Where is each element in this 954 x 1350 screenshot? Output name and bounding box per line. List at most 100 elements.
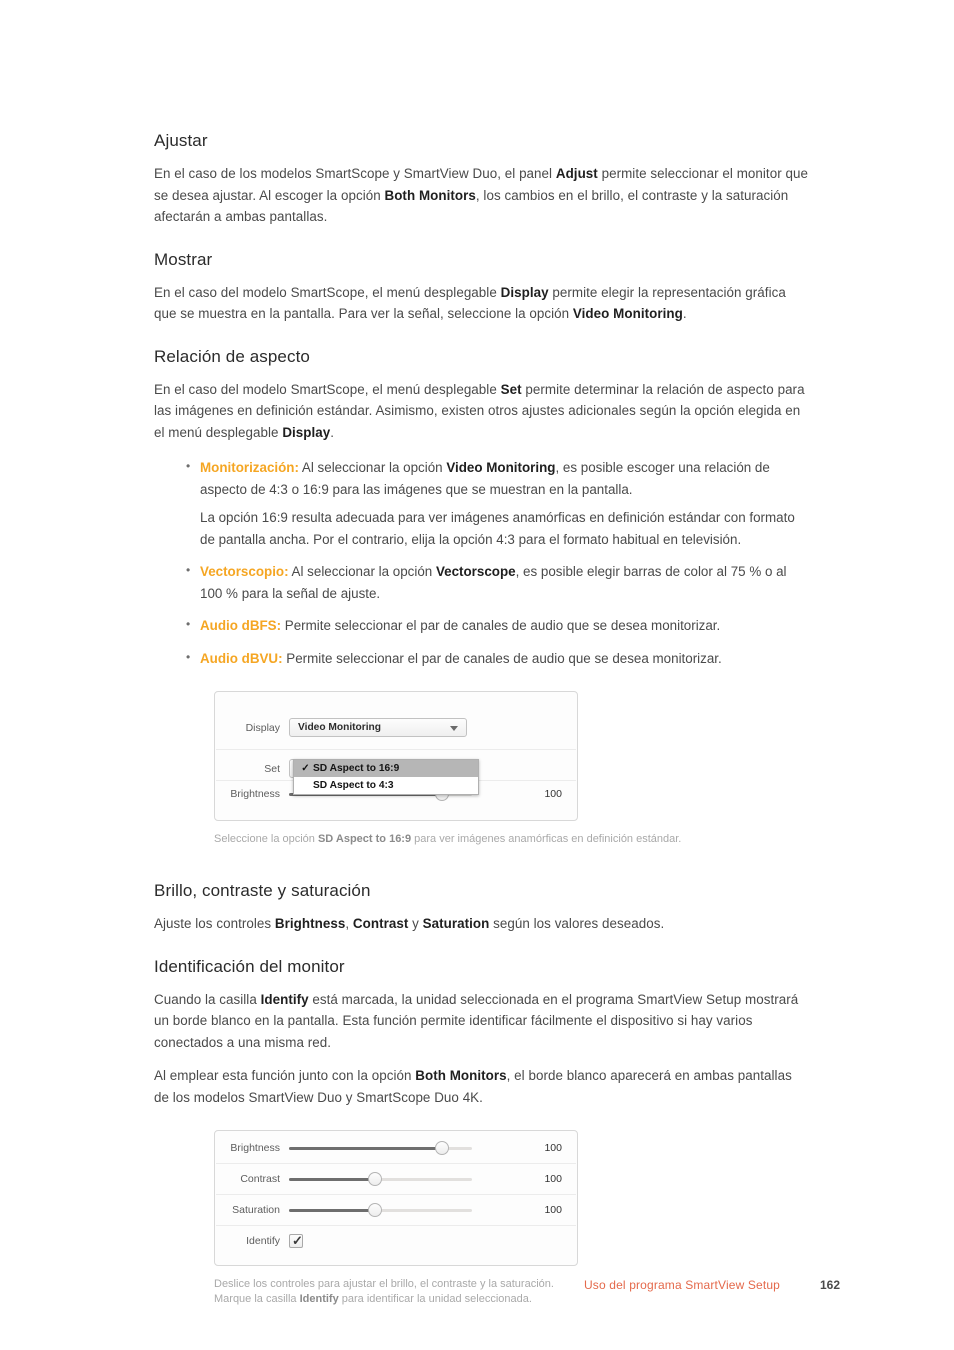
menu-item-label: SD Aspect to 16:9 <box>313 763 400 774</box>
contrast-slider[interactable] <box>289 1172 472 1186</box>
emphasis-text: Set <box>500 381 522 397</box>
list-item: Audio dBVU: Permite seleccionar el par d… <box>186 647 810 670</box>
paragraph-brillo-1: Ajuste los controles Brightness, Contras… <box>154 913 810 935</box>
emphasis-text: Adjust <box>555 166 598 181</box>
identify-row: Identify ✓ <box>215 1233 303 1248</box>
emphasis-text: Display <box>500 284 549 300</box>
slider-knob[interactable] <box>368 1172 382 1186</box>
display-row: Display Video Monitoring <box>215 718 467 737</box>
text-run: Al seleccionar la opción <box>288 564 436 579</box>
section-ajustar: Ajustar En el caso de los modelos SmartS… <box>154 131 810 228</box>
identify-checkbox[interactable]: ✓ <box>289 1233 303 1248</box>
emphasis-text: Both Monitors <box>384 187 476 203</box>
text-run: , <box>345 916 353 931</box>
section-identificacion-del-monitor: Identificación del monitor Cuando la cas… <box>154 957 810 1109</box>
text-run: . <box>682 306 687 321</box>
text-run: En el caso de los modelos SmartScope y S… <box>154 166 556 181</box>
slider-fill <box>289 1177 375 1181</box>
text-run: Al emplear esta función junto con la opc… <box>154 1068 416 1083</box>
display-select-value: Video Monitoring <box>298 722 382 733</box>
paragraph-mostrar-1: En el caso del modelo SmartScope, el men… <box>154 282 810 325</box>
slider-fill <box>289 1146 442 1150</box>
heading-identificacion-del-monitor: Identificación del monitor <box>154 956 345 976</box>
slider-knob[interactable] <box>368 1203 382 1217</box>
bullet-text: Permite seleccionar el par de canales de… <box>282 650 722 666</box>
bullet-text: Permite seleccionar el par de canales de… <box>281 618 720 633</box>
emphasis-text: Contrast <box>352 916 409 931</box>
slider-knob[interactable] <box>435 1141 449 1155</box>
display-label: Display <box>245 721 280 734</box>
smartview-adjust-panel: Brightness 100 Contrast 100 Saturation 1… <box>214 1130 578 1266</box>
text-run: En el caso del modelo SmartScope, el men… <box>154 381 501 397</box>
brightness-label: Brightness <box>230 788 280 800</box>
list-item: Monitorización: Al seleccionar la opción… <box>186 456 810 550</box>
panel-divider <box>216 1163 576 1164</box>
emphasis-text: Saturation <box>422 916 490 931</box>
text-run: Marque la casilla <box>214 1293 300 1305</box>
chevron-down-icon <box>450 725 458 731</box>
bullet-term: Monitorización: <box>200 460 299 475</box>
check-icon: ✓ <box>301 763 310 774</box>
menu-item-sd-aspect-16-9[interactable]: ✓ SD Aspect to 16:9 <box>294 760 478 777</box>
saturation-slider[interactable] <box>289 1203 472 1217</box>
heading-relacion-de-aspecto: Relación de aspecto <box>154 346 310 366</box>
heading-mostrar: Mostrar <box>154 249 213 269</box>
slider-fill <box>289 1208 375 1212</box>
heading-ajustar: Ajustar <box>154 131 208 150</box>
emphasis-text: Identify <box>260 991 309 1007</box>
bullet-term: Audio dBFS: <box>200 618 282 633</box>
emphasis-text: Vectorscope <box>435 564 516 579</box>
brightness-slider[interactable] <box>289 1141 472 1155</box>
panel-divider <box>216 1194 576 1195</box>
text-run: Ajuste los controles <box>154 916 275 931</box>
list-item: Vectorscopio: Al seleccionar la opción V… <box>186 560 810 604</box>
document-page: Ajustar En el caso de los modelos SmartS… <box>0 0 954 1350</box>
menu-item-sd-aspect-4-3[interactable]: SD Aspect to 4:3 <box>294 777 478 794</box>
smartview-display-panel: Display Video Monitoring Set ✓ SD Aspect… <box>214 691 578 821</box>
text-run: En el caso del modelo SmartScope, el men… <box>154 284 501 300</box>
display-select[interactable]: Video Monitoring <box>289 718 467 737</box>
contrast-row: Contrast 100 <box>215 1172 562 1186</box>
text-run: Seleccione la opción <box>214 833 318 845</box>
paragraph-identificacion-2: Al emplear esta función junto con la opc… <box>154 1065 810 1108</box>
bullet-term: Vectorscopio: <box>200 564 289 579</box>
bullet-subparagraph: La opción 16:9 resulta adecuada para ver… <box>200 510 795 547</box>
paragraph-identificacion-1: Cuando la casilla Identify está marcada,… <box>154 989 810 1054</box>
emphasis-text: Video Monitoring <box>572 306 683 321</box>
figure-caption-display: Seleccione la opción SD Aspect to 16:9 p… <box>214 832 810 847</box>
emphasis-text: SD Aspect to 16:9 <box>317 833 412 845</box>
text-run: Al seleccionar la opción <box>298 460 447 475</box>
section-relacion-de-aspecto: Relación de aspecto En el caso del model… <box>154 347 810 670</box>
text-run: Cuando la casilla <box>154 991 261 1007</box>
bullet-text: Al seleccionar la opción Vectorscope, es… <box>200 564 787 601</box>
footer-page-number: 162 <box>819 1278 840 1292</box>
set-dropdown-menu[interactable]: ✓ SD Aspect to 16:9 SD Aspect to 4:3 <box>293 759 479 795</box>
check-icon: ✓ <box>292 1233 303 1248</box>
page-footer: Uso del programa SmartView Setup 162 <box>154 1278 840 1292</box>
contrast-value: 100 <box>544 1173 562 1185</box>
panel-divider <box>216 749 576 750</box>
text-run: . <box>330 424 335 440</box>
set-label: Set <box>264 762 280 775</box>
section-brillo-contraste-saturacion: Brillo, contraste y saturación Ajuste lo… <box>154 881 810 935</box>
text-run: para ver imágenes anamórficas en definic… <box>411 833 682 845</box>
emphasis-text: Both Monitors <box>415 1068 507 1083</box>
emphasis-text: Video Monitoring <box>446 460 556 475</box>
heading-brillo-contraste-saturacion: Brillo, contraste y saturación <box>154 881 371 900</box>
text-run: Permite seleccionar el par de canales de… <box>281 618 721 633</box>
brightness-label: Brightness <box>230 1142 280 1154</box>
text-run: Permite seleccionar el par de canales de… <box>282 650 722 666</box>
emphasis-text: Brightness <box>274 916 346 931</box>
list-item: Audio dBFS: Permite seleccionar el par d… <box>186 614 810 637</box>
contrast-label: Contrast <box>240 1173 280 1185</box>
panel-divider <box>216 1225 576 1226</box>
identify-label: Identify <box>246 1235 280 1247</box>
paragraph-relacion-1: En el caso del modelo SmartScope, el men… <box>154 379 810 444</box>
text-run: según los valores deseados. <box>489 916 665 931</box>
text-run: para identificar la unidad seleccionada. <box>338 1293 532 1305</box>
emphasis-text: Identify <box>299 1293 339 1305</box>
emphasis-text: Display <box>282 424 331 440</box>
section-mostrar: Mostrar En el caso del modelo SmartScope… <box>154 250 810 325</box>
text-run: y <box>408 916 423 931</box>
saturation-row: Saturation 100 <box>215 1203 562 1217</box>
